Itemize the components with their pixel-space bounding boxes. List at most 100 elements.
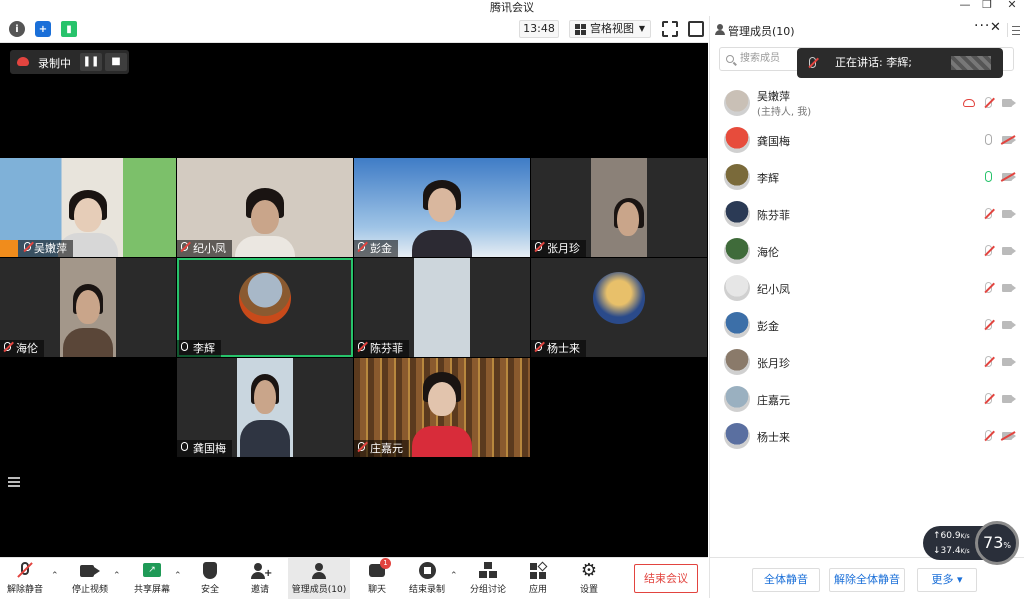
add-user-icon: + [250,562,272,580]
mic-muted-icon[interactable] [985,208,992,219]
video-off-icon[interactable] [1002,173,1016,181]
stop-recording-icon[interactable]: ■ [105,53,127,71]
minimize-button[interactable]: — [955,0,975,11]
maximize-button[interactable]: ❐ [977,0,997,11]
avatar [724,238,750,264]
avatar [724,312,750,338]
member-row[interactable]: 彭金 [710,307,1024,344]
mic-muted-icon [535,342,542,351]
list-icon[interactable] [8,477,20,487]
video-tile[interactable]: 庄嘉元 [354,358,530,457]
bottom-toolbar: 解除静音 ⌃ 停止视频 ⌃ ↗ 共享屏幕 ⌃ 安全 + 邀请 管理成员(10) … [0,557,708,599]
grid-icon [575,24,586,35]
chat-badge: 1 [380,558,391,569]
sidebar-toggle-icon[interactable] [688,21,704,37]
mic-muted-icon[interactable] [985,97,992,108]
mic-muted-icon [809,57,816,68]
breakout-icon [478,562,498,580]
unmute-button[interactable]: 解除静音 [6,558,44,599]
video-tile[interactable]: 彭金 [354,158,530,257]
security-button[interactable]: 安全 [195,558,225,599]
member-row[interactable]: 李辉 [710,159,1024,196]
member-row[interactable]: 杨士来 [710,418,1024,455]
members-panel: 管理成员(10) ··· ✕ 搜索成员 吴嫩萍 (主持人, 我) 龚国梅 李辉 陈芬菲海… [709,16,1024,598]
mic-icon[interactable] [985,134,992,145]
mic-muted-icon[interactable] [985,319,992,330]
chevron-up-icon[interactable]: ⌃ [113,571,121,581]
video-off-icon[interactable] [1002,136,1016,144]
member-name: 彭金 [757,320,779,333]
grid-view-dropdown[interactable]: 宫格视图 ▼ [569,20,651,38]
member-row[interactable]: 庄嘉元 [710,381,1024,418]
video-tile[interactable]: 海伦 [0,258,176,357]
video-camera-icon[interactable] [1002,247,1016,255]
chat-button[interactable]: 1 聊天 [362,558,392,599]
upload-speed: 60.9 [940,531,961,541]
end-meeting-button[interactable]: 结束会议 [634,564,698,593]
manage-members-button[interactable]: 管理成员(10) [288,558,350,599]
chevron-up-icon[interactable]: ⌃ [174,571,182,581]
chevron-up-icon[interactable]: ⌃ [450,571,458,581]
shield-icon [200,562,220,580]
mic-muted-icon[interactable] [985,356,992,367]
shield-icon[interactable]: + [35,21,51,37]
member-row[interactable]: 纪小凤 [710,270,1024,307]
member-row[interactable]: 吴嫩萍 (主持人, 我) [710,85,1024,122]
video-tile[interactable]: 陈芬菲 [354,258,530,357]
panel-footer: 全体静音 解除全体静音 更多 ▾ [710,557,1024,598]
security-label: 安全 [200,585,219,595]
breakout-button[interactable]: 分组讨论 [466,558,510,599]
info-icon[interactable]: i [9,21,25,37]
video-camera-icon[interactable] [1002,284,1016,292]
video-off-icon[interactable] [1002,432,1016,440]
fullscreen-icon[interactable] [662,21,678,37]
video-camera-icon[interactable] [1002,99,1016,107]
mic-muted-icon[interactable] [985,430,992,441]
share-screen-button[interactable]: ↗ 共享屏幕 [130,558,174,599]
video-camera-icon[interactable] [1002,395,1016,403]
unmute-all-button[interactable]: 解除全体静音 [829,568,905,592]
blurred-avatars [951,56,991,70]
stop-video-button[interactable]: 停止视频 [68,558,112,599]
window-title: 腾讯会议 [490,1,534,14]
close-button[interactable]: ✕ [1002,0,1022,11]
mute-all-button[interactable]: 全体静音 [752,568,820,592]
more-button[interactable]: 更多 ▾ [917,568,977,592]
menu-icon[interactable] [1007,23,1021,37]
pause-recording-button[interactable]: ❚❚ [80,53,102,71]
mic-muted-icon [181,242,188,251]
top-toolbar: i + ▮ 13:48 宫格视图 ▼ [0,16,708,43]
video-camera-icon [80,562,100,580]
member-row[interactable]: 张月珍 [710,344,1024,381]
settings-button[interactable]: ⚙ 设置 [574,558,604,599]
mic-muted-icon[interactable] [985,393,992,404]
mic-icon[interactable] [985,171,992,182]
video-camera-icon[interactable] [1002,210,1016,218]
signal-icon[interactable]: ▮ [61,21,77,37]
video-tile[interactable]: 纪小凤 [177,158,353,257]
video-tile[interactable]: 龚国梅 [177,358,353,457]
grid-view-label: 宫格视图 [590,22,634,35]
video-tile-active-speaker[interactable]: 李辉 [177,258,353,357]
mic-muted-icon[interactable] [985,282,992,293]
apps-button[interactable]: 应用 [523,558,553,599]
member-row[interactable]: 龚国梅 [710,122,1024,159]
stop-recording-button[interactable]: 结束录制 [405,558,449,599]
chevron-up-icon[interactable]: ⌃ [51,571,59,581]
mic-muted-icon[interactable] [985,245,992,256]
settings-label: 设置 [579,585,598,595]
invite-button[interactable]: + 邀请 [245,558,275,599]
video-camera-icon[interactable] [1002,358,1016,366]
member-row[interactable]: 海伦 [710,233,1024,270]
close-icon[interactable]: ✕ [990,20,1001,35]
video-tile[interactable]: 张月珍 [531,158,707,257]
cpu-percent: 73 [983,533,1004,552]
video-tile[interactable]: 吴嫩萍 [0,158,176,257]
stop-record-icon [417,562,437,580]
more-options-icon[interactable]: ··· [974,18,990,34]
network-status-widget[interactable]: ↑60.9K/s ↓37.4K/s 73% [923,521,1023,565]
video-camera-icon[interactable] [1002,321,1016,329]
avatar [724,423,750,449]
member-row[interactable]: 陈芬菲 [710,196,1024,233]
video-tile[interactable]: 杨士来 [531,258,707,357]
